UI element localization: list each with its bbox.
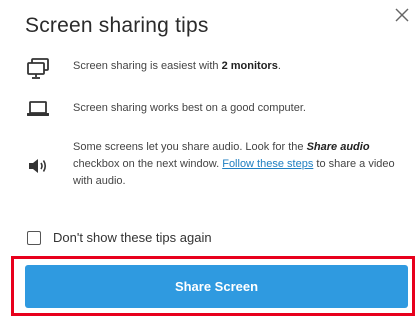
tip-text-part: checkbox on the next window. <box>73 158 223 170</box>
tip-text-part: . <box>277 60 281 72</box>
follow-steps-link[interactable]: Follow these steps <box>222 158 313 170</box>
close-button[interactable] <box>391 4 413 26</box>
close-icon <box>395 8 409 22</box>
laptop-icon <box>25 100 51 118</box>
tip-text-bold: 2 monitors <box>221 60 278 72</box>
screen-sharing-tips-dialog: Screen sharing tips Screen sharing is ea… <box>0 0 415 317</box>
tip-good-computer: Screen sharing works best on a good comp… <box>25 100 405 118</box>
tip-text: Some screens let you share audio. Look f… <box>73 139 405 190</box>
speaker-icon <box>25 139 51 175</box>
tip-text-part: Screen sharing is easiest with <box>73 60 222 72</box>
tip-text: Screen sharing works best on a good comp… <box>73 102 306 114</box>
tip-text-bold-italic: Share audio <box>306 141 370 153</box>
dont-show-tips-checkbox-row[interactable]: Don't show these tips again <box>27 230 212 245</box>
tip-share-audio: Some screens let you share audio. Look f… <box>25 139 405 190</box>
dialog-title: Screen sharing tips <box>25 14 209 37</box>
tip-text-part: Some screens let you share audio. Look f… <box>73 141 307 153</box>
tip-text: Screen sharing is easiest with 2 monitor… <box>73 58 281 75</box>
tip-dual-monitors: Screen sharing is easiest with 2 monitor… <box>25 58 405 80</box>
dont-show-tips-checkbox[interactable] <box>27 230 41 245</box>
dual-monitor-icon <box>25 58 51 80</box>
checkbox-label: Don't show these tips again <box>53 230 212 245</box>
share-screen-button[interactable]: Share Screen <box>25 265 408 308</box>
